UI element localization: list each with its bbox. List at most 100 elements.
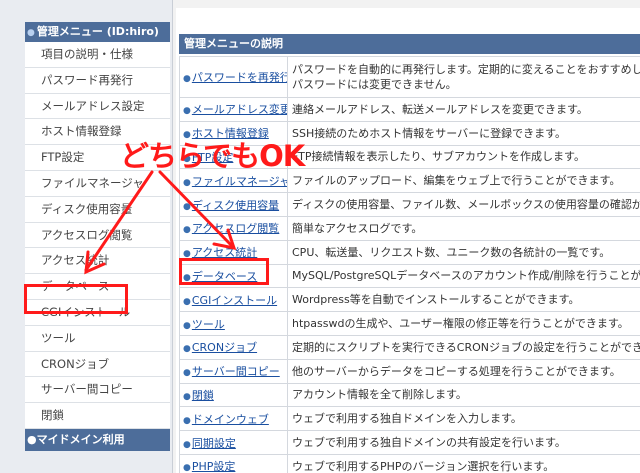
menu-link-label[interactable]: ファイルマネージャ — [192, 175, 287, 188]
table-row: ●閉鎖 アカウント情報を全て削除します。 — [179, 382, 640, 408]
bullet-icon: ● — [183, 439, 191, 450]
menu-description: アカウント情報を全て削除します。 — [287, 382, 640, 408]
menu-description: 他のサーバーからデータをコピーする処理を行うことができます。 — [287, 358, 640, 384]
sidebar-section-header[interactable]: ●マイドメイン利用 — [25, 428, 170, 451]
sidebar-item[interactable]: ツール — [25, 325, 170, 352]
menu-link[interactable]: ●アクセスログ閲覧 — [179, 215, 288, 241]
menu-link[interactable]: ●ディスク使用容量 — [179, 192, 288, 217]
description-line: ウェブで利用する独自ドメインを入力します。 — [292, 412, 522, 426]
menu-description: ウェブで利用するPHPのバージョン選択を行います。 — [287, 453, 640, 473]
menu-description: SSH接続のためホスト情報をサーバーに登録できます。 — [287, 120, 640, 146]
menu-link-label[interactable]: 閉鎖 — [192, 389, 214, 402]
description-line: MySQL/PostgreSQLデータベースのアカウント作成/削除を行うことがで… — [292, 269, 640, 283]
menu-link[interactable]: ●同期設定 — [179, 430, 288, 455]
menu-description: 簡単なアクセスログです。 — [287, 215, 640, 241]
menu-link-label[interactable]: アクセスログ閲覧 — [192, 222, 279, 235]
menu-link-label[interactable]: メールアドレス変更 — [192, 103, 287, 116]
description-line: SSH接続のためホスト情報をサーバーに登録できます。 — [292, 126, 567, 140]
description-line: 簡単なアクセスログです。 — [292, 221, 423, 235]
description-line: 連絡メールアドレス、転送メールアドレスを変更できます。 — [292, 102, 588, 116]
bullet-icon: ● — [183, 296, 191, 307]
description-line: パスワードを自動的に再発行します。定期的に変えることをおすすめします。 — [292, 63, 640, 76]
bullet-icon: ● — [183, 415, 191, 426]
bullet-icon: ● — [183, 106, 191, 117]
menu-description: ウェブで利用する独自ドメインを入力します。 — [287, 406, 640, 432]
table-row: ●ディスク使用容量 ディスクの使用容量、ファイル数、メールボックスの使用容量の確認… — [179, 192, 640, 217]
menu-link-label[interactable]: ツール — [192, 318, 225, 331]
panel-header: 管理メニューの説明 — [179, 34, 640, 54]
menu-description: パスワードを自動的に再発行します。定期的に変えることをおすすめします。 パスワード… — [287, 56, 640, 98]
annotation-callout: どちらでもOK — [120, 139, 305, 173]
menu-link[interactable]: ●PHP設定 — [179, 453, 288, 473]
description-line: ウェブで利用するPHPのバージョン選択を行います。 — [292, 459, 555, 473]
description-line: Wordpress等を自動でインストールすることができます。 — [292, 293, 580, 307]
menu-description: 連絡メールアドレス、転送メールアドレスを変更できます。 — [287, 97, 640, 122]
sidebar-menu: ● 管理メニュー (ID:hiro) 項目の説明・仕様 パスワード再発行 メールアドレ… — [25, 22, 170, 451]
bullet-icon: ● — [183, 368, 191, 379]
description-line: ウェブで利用する独自ドメインの共有設定を行います。 — [292, 436, 566, 450]
bullet-icon: ● — [183, 201, 191, 212]
bullet-icon: ● — [183, 74, 191, 84]
menu-link-label[interactable]: CGIインストール — [192, 294, 277, 307]
menu-description: MySQL/PostgreSQLデータベースのアカウント作成/削除を行うことがで… — [287, 263, 640, 289]
menu-description: ディスクの使用容量、ファイル数、メールボックスの使用容量の確認ができます。 — [287, 192, 640, 217]
bullet-icon: ● — [27, 28, 35, 38]
description-line: パスワードには変更できません。 — [292, 78, 457, 91]
bullet-icon: ● — [27, 432, 37, 446]
description-line: 定期的にスクリプトを実行できるCRONジョブの設定を行うことができます。 — [292, 340, 640, 354]
table-row: ●同期設定 ウェブで利用する独自ドメインの共有設定を行います。 — [179, 430, 640, 455]
sidebar-header: ● 管理メニュー (ID:hiro) — [25, 22, 170, 42]
table-row: ●メールアドレス変更 連絡メールアドレス、転送メールアドレスを変更できます。 — [179, 97, 640, 122]
sidebar-item[interactable]: 閉鎖 — [25, 403, 170, 429]
menu-link[interactable]: ●ツール — [179, 311, 288, 336]
menu-link-label[interactable]: サーバー間コピー — [192, 365, 280, 378]
table-row: ●アクセスログ閲覧 簡単なアクセスログです。 — [179, 215, 640, 241]
menu-link[interactable]: ●ドメインウェブ — [179, 406, 288, 432]
sidebar-item[interactable]: 項目の説明・仕様 — [25, 42, 170, 68]
sidebar: ● 管理メニュー (ID:hiro) 項目の説明・仕様 パスワード再発行 メールアドレ… — [0, 0, 173, 473]
sidebar-item[interactable]: ディスク使用容量 — [25, 196, 170, 223]
bullet-icon: ● — [183, 391, 191, 402]
sidebar-section-label: マイドメイン利用 — [36, 432, 125, 446]
sidebar-item[interactable]: パスワード再発行 — [25, 67, 170, 94]
menu-link-label[interactable]: ディスク使用容量 — [192, 199, 279, 212]
description-line: アカウント情報を全て削除します。 — [292, 388, 467, 402]
menu-link-label[interactable]: PHP設定 — [192, 460, 236, 473]
description-line: 他のサーバーからデータをコピーする処理を行うことができます。 — [292, 364, 621, 378]
menu-link-label[interactable]: CRONジョブ — [192, 341, 257, 354]
sidebar-item[interactable]: アクセスログ閲覧 — [25, 222, 170, 249]
menu-description: ウェブで利用する独自ドメインの共有設定を行います。 — [287, 430, 640, 455]
description-line: FTP接続情報を表示したり、サブアカウントを作成します。 — [292, 150, 585, 164]
sidebar-item[interactable]: CRONジョブ — [25, 351, 170, 378]
menu-link-label[interactable]: ドメインウェブ — [192, 413, 269, 426]
highlight-box-table-database — [179, 258, 269, 285]
menu-link[interactable]: ●CGIインストール — [179, 287, 288, 313]
menu-description: 定期的にスクリプトを実行できるCRONジョブの設定を行うことができます。 — [287, 334, 640, 360]
bullet-icon: ● — [183, 177, 191, 188]
sidebar-items: 項目の説明・仕様 パスワード再発行 メールアドレス設定 ホスト情報登録 FTP設定 ファイ… — [25, 42, 170, 429]
description-line: htpasswdの生成や、ユーザー権限の修正等を行うことができます。 — [292, 317, 629, 331]
table-row: ●パスワードを再発行 パスワードを自動的に再発行します。定期的に変えることをおすす… — [179, 56, 640, 98]
menu-link[interactable]: ●閉鎖 — [179, 382, 288, 408]
table-row: ●PHP設定 ウェブで利用するPHPのバージョン選択を行います。 — [179, 453, 640, 473]
menu-link-label[interactable]: 同期設定 — [192, 437, 236, 450]
bullet-icon: ● — [183, 344, 191, 355]
table-row: ●CGIインストール Wordpress等を自動でインストールすることができます。 — [179, 287, 640, 313]
menu-link[interactable]: ●CRONジョブ — [179, 334, 288, 360]
menu-description: htpasswdの生成や、ユーザー権限の修正等を行うことができます。 — [287, 311, 640, 336]
sidebar-item[interactable]: サーバー間コピー — [25, 377, 170, 404]
sidebar-item[interactable]: アクセス統計 — [25, 248, 170, 275]
table-row: ●ツール htpasswdの生成や、ユーザー権限の修正等を行うことができます。 — [179, 311, 640, 336]
bullet-icon: ● — [183, 320, 191, 331]
menu-description: Wordpress等を自動でインストールすることができます。 — [287, 287, 640, 313]
menu-link[interactable]: ●メールアドレス変更 — [179, 97, 288, 122]
sidebar-item[interactable]: メールアドレス設定 — [25, 93, 170, 120]
table-row: ●サーバー間コピー 他のサーバーからデータをコピーする処理を行うことができます。 — [179, 358, 640, 384]
menu-link[interactable]: ●サーバー間コピー — [179, 358, 288, 384]
description-line: ディスクの使用容量、ファイル数、メールボックスの使用容量の確認ができます。 — [292, 198, 640, 212]
menu-description: FTP接続情報を表示したり、サブアカウントを作成します。 — [287, 144, 640, 170]
menu-link-label[interactable]: パスワードを再発行 — [192, 71, 287, 84]
menu-link[interactable]: ●パスワードを再発行 — [179, 56, 288, 98]
bullet-icon: ● — [183, 225, 191, 236]
highlight-box-sidebar-database — [24, 284, 128, 314]
